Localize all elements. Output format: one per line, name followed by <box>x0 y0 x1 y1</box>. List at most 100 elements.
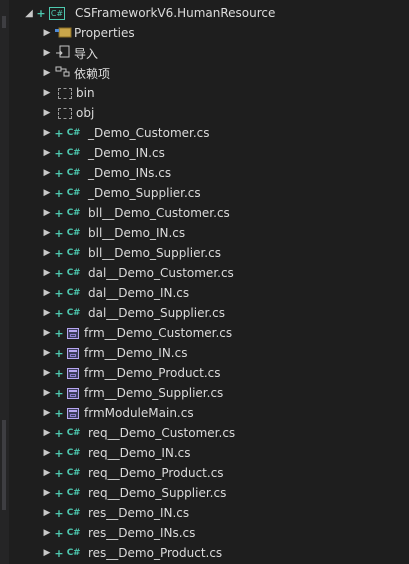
tree-item[interactable]: ▶ 导入 <box>40 43 98 63</box>
tree-item[interactable]: ▶ + C# res__Demo_IN.cs <box>40 503 190 523</box>
folder-icon <box>58 107 72 119</box>
csharp-file-icon: C# <box>66 428 81 438</box>
tree-item[interactable]: ▶ + C# req__Demo_Supplier.cs <box>40 483 227 503</box>
expander-open-icon[interactable]: ◢ <box>22 8 36 19</box>
tree-item-label: frm__Demo_Product.cs <box>84 366 221 380</box>
expander-closed-icon[interactable]: ▶ <box>40 388 54 398</box>
expander-closed-icon[interactable]: ▶ <box>40 368 54 378</box>
git-added-icon: + <box>54 386 64 400</box>
git-added-icon: + <box>54 366 64 380</box>
csharp-file-icon: C# <box>66 228 81 238</box>
expander-closed-icon[interactable]: ▶ <box>40 408 54 418</box>
tree-item[interactable]: ▶ + C# _Demo_Customer.cs <box>40 123 210 143</box>
git-added-icon: + <box>54 266 64 280</box>
csharp-file-icon: C# <box>66 208 81 218</box>
csharp-file-icon: C# <box>66 248 81 258</box>
git-added-icon: + <box>54 226 64 240</box>
expander-closed-icon[interactable]: ▶ <box>40 28 54 38</box>
expander-closed-icon[interactable]: ▶ <box>40 268 54 278</box>
tree-item[interactable]: ▶ + frm__Demo_Supplier.cs <box>40 383 224 403</box>
tree-item[interactable]: ▶ + frm__Demo_Customer.cs <box>40 323 233 343</box>
tree-item-label: dal__Demo_Customer.cs <box>88 266 234 280</box>
tree-item[interactable]: ▶ + C# res__Demo_INs.cs <box>40 523 196 543</box>
expander-closed-icon[interactable]: ▶ <box>40 108 54 118</box>
expander-closed-icon[interactable]: ▶ <box>40 448 54 458</box>
tree-item[interactable]: ▶ + C# _Demo_IN.cs <box>40 143 165 163</box>
git-added-icon: + <box>54 486 64 500</box>
tree-item[interactable]: ▶ + C# req__Demo_Product.cs <box>40 463 224 483</box>
tree-item[interactable]: ▶ + C# _Demo_Supplier.cs <box>40 183 201 203</box>
folder-icon <box>58 87 72 99</box>
tree-item[interactable]: ▶ + C# req__Demo_Customer.cs <box>40 423 236 443</box>
form-file-icon <box>67 387 79 399</box>
tree-item[interactable]: ▶ obj <box>40 103 95 123</box>
expander-closed-icon[interactable]: ▶ <box>40 168 54 178</box>
expander-closed-icon[interactable]: ▶ <box>40 428 54 438</box>
csharp-file-icon: C# <box>66 188 81 198</box>
expander-closed-icon[interactable]: ▶ <box>40 548 54 558</box>
tree-item[interactable]: ▶ + frm__Demo_IN.cs <box>40 343 188 363</box>
expander-closed-icon[interactable]: ▶ <box>40 48 54 58</box>
csharp-file-icon: C# <box>66 448 81 458</box>
expander-closed-icon[interactable]: ▶ <box>40 208 54 218</box>
expander-closed-icon[interactable]: ▶ <box>40 68 54 78</box>
csharp-file-icon: C# <box>66 528 81 538</box>
expander-closed-icon[interactable]: ▶ <box>40 468 54 478</box>
tree-item[interactable]: ▶ + C# dal__Demo_Customer.cs <box>40 263 234 283</box>
tree-item-label: Properties <box>74 26 135 40</box>
scroll-marker <box>2 420 6 510</box>
tree-item[interactable]: ▶ + C# _Demo_INs.cs <box>40 163 172 183</box>
expander-closed-icon[interactable]: ▶ <box>40 248 54 258</box>
tree-item-label: req__Demo_Product.cs <box>88 466 224 480</box>
expander-closed-icon[interactable]: ▶ <box>40 228 54 238</box>
csharp-file-icon: C# <box>66 168 81 178</box>
tree-item[interactable]: ▶ Properties <box>40 23 135 43</box>
csharp-file-icon: C# <box>66 268 81 278</box>
git-added-icon: + <box>54 166 64 180</box>
tree-item[interactable]: ▶ + C# dal__Demo_IN.cs <box>40 283 190 303</box>
expander-closed-icon[interactable]: ▶ <box>40 288 54 298</box>
tree-item[interactable]: ▶ 依赖项 <box>40 63 110 83</box>
expander-closed-icon[interactable]: ▶ <box>40 148 54 158</box>
expander-closed-icon[interactable]: ▶ <box>40 188 54 198</box>
git-added-icon: + <box>54 126 64 140</box>
tree-item-label: res__Demo_Product.cs <box>88 546 223 560</box>
tree-item-label: _Demo_Supplier.cs <box>88 186 201 200</box>
expander-closed-icon[interactable]: ▶ <box>40 528 54 538</box>
expander-closed-icon[interactable]: ▶ <box>40 328 54 338</box>
tree-item[interactable]: ▶ + C# dal__Demo_Supplier.cs <box>40 303 225 323</box>
git-added-icon: + <box>54 446 64 460</box>
tree-item[interactable]: ▶ + frmModuleMain.cs <box>40 403 194 423</box>
tree-item[interactable]: ▶ + C# bll__Demo_IN.cs <box>40 223 186 243</box>
tree-item[interactable]: ▶ + C# bll__Demo_Supplier.cs <box>40 243 221 263</box>
tree-item[interactable]: ▶ + C# req__Demo_IN.cs <box>40 443 191 463</box>
left-gutter <box>0 0 9 564</box>
csharp-file-icon: C# <box>66 288 81 298</box>
project-node[interactable]: ◢ + C# CSFrameworkV6.HumanResource <box>22 3 275 23</box>
tree-item[interactable]: ▶ + frm__Demo_Product.cs <box>40 363 221 383</box>
expander-closed-icon[interactable]: ▶ <box>40 88 54 98</box>
form-file-icon <box>67 407 79 419</box>
tree-item-label: 依赖项 <box>74 66 111 81</box>
csproj-icon: C# <box>49 6 65 20</box>
tree-item[interactable]: ▶ + C# bll__Demo_Customer.cs <box>40 203 230 223</box>
git-added-icon: + <box>54 186 64 200</box>
csharp-file-icon: C# <box>66 148 81 158</box>
git-added-icon: + <box>36 6 46 20</box>
expander-closed-icon[interactable]: ▶ <box>40 128 54 138</box>
tree-item-label: _Demo_IN.cs <box>88 146 165 160</box>
tree-item[interactable]: ▶ bin <box>40 83 95 103</box>
csharp-file-icon: C# <box>66 468 81 478</box>
expander-closed-icon[interactable]: ▶ <box>40 308 54 318</box>
tree-item[interactable]: ▶ + C# res__Demo_Product.cs <box>40 543 223 563</box>
git-added-icon: + <box>54 146 64 160</box>
form-file-icon <box>67 367 79 379</box>
tree-item-label: bll__Demo_IN.cs <box>88 226 186 240</box>
expander-closed-icon[interactable]: ▶ <box>40 348 54 358</box>
expander-closed-icon[interactable]: ▶ <box>40 488 54 498</box>
wrench-folder-icon <box>54 26 74 41</box>
git-added-icon: + <box>54 326 64 340</box>
project-name: CSFrameworkV6.HumanResource <box>75 6 276 20</box>
git-added-icon: + <box>54 406 64 420</box>
expander-closed-icon[interactable]: ▶ <box>40 508 54 518</box>
